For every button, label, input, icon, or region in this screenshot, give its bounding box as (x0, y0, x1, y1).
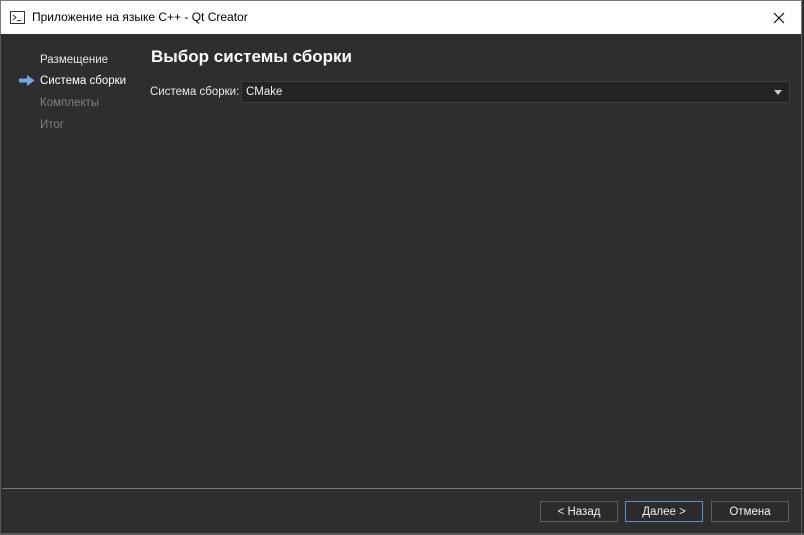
step-placement: Размещение (40, 54, 109, 66)
title-bar: Приложение на языке C++ - Qt Creator (0, 0, 802, 34)
divider (2, 488, 802, 489)
build-system-combobox[interactable]: CMake (241, 81, 790, 103)
page-title: Выбор системы сборки (151, 47, 352, 66)
close-icon (773, 12, 785, 23)
window-title: Приложение на языке C++ - Qt Creator (32, 10, 248, 24)
terminal-app-icon (10, 11, 25, 24)
cancel-button[interactable]: Отмена (711, 501, 789, 522)
close-button[interactable] (757, 1, 801, 34)
arrow-right-icon (19, 75, 35, 86)
wizard-frame: Размещение Система сборки Комплекты Итог… (0, 34, 802, 535)
chevron-down-icon (774, 90, 782, 95)
build-system-label: Система сборки: (150, 86, 240, 98)
step-build-system: Система сборки (40, 75, 127, 87)
build-system-value: CMake (246, 86, 283, 98)
step-summary: Итог (40, 119, 64, 131)
step-kits: Комплекты (40, 97, 100, 109)
back-button[interactable]: < Назад (540, 501, 618, 522)
next-button[interactable]: Далее > (625, 501, 703, 522)
